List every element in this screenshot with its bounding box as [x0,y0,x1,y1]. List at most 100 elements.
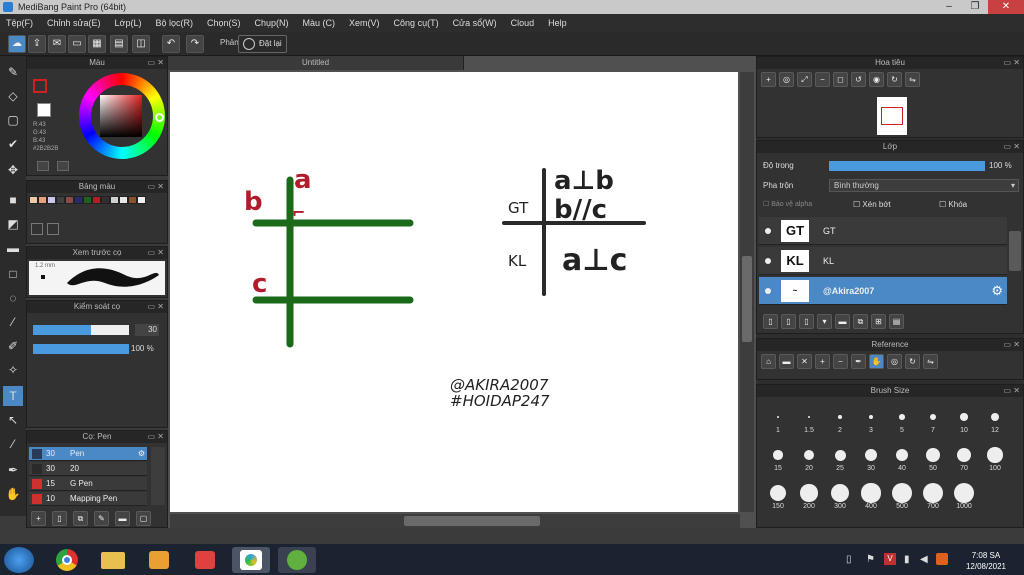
panel-close-icon[interactable]: ▭ ✕ [148,181,164,193]
select-rect-icon[interactable]: □ [3,264,23,284]
pen-row[interactable]: 10 Mapping Pen [29,492,147,506]
palette-swatch[interactable] [101,196,110,204]
ref-close-icon[interactable]: ✕ [797,354,812,369]
canvas-horizontal-scrollbar[interactable] [170,514,740,528]
palette-delete-icon[interactable] [47,223,59,235]
undo-icon[interactable]: ↶ [162,35,180,53]
brush-size-cell[interactable]: 100 [980,441,1010,472]
eyedropper-tool-icon[interactable]: ⁄ [3,434,23,454]
saturation-square[interactable] [100,95,142,137]
dropper-tool-icon[interactable]: ✒ [3,460,23,480]
color-option2-icon[interactable] [57,161,69,171]
eye-icon[interactable] [765,258,771,264]
flip-icon[interactable]: ⇋ [905,72,920,87]
brush-size-cell[interactable]: 150 [763,479,793,510]
ref-zoom-in-icon[interactable]: + [815,354,830,369]
panel-close-icon[interactable]: ▭ ✕ [148,247,164,259]
brush-size-cell[interactable]: 1 [763,403,793,434]
foreground-swatch[interactable] [33,79,47,93]
brush-size-cell[interactable]: 70 [949,441,979,472]
tray-network-icon[interactable]: ▮ [904,554,910,565]
palette-add-icon[interactable] [31,223,43,235]
ref-flip-icon[interactable]: ⇋ [923,354,938,369]
lock-checkbox[interactable]: ☐ Khóa [939,200,967,209]
zoom-fit-icon[interactable]: ◎ [779,72,794,87]
system-clock[interactable]: 7:08 SA 12/08/2021 [966,550,1006,572]
new-color-layer-icon[interactable]: ▯ [781,314,796,329]
menu-tools[interactable]: Công cụ(T) [394,18,439,28]
chrome-icon[interactable] [48,547,86,573]
palette-swatch[interactable] [47,196,56,204]
palette-swatch[interactable] [128,196,137,204]
menu-edit[interactable]: Chỉnh sửa(E) [47,18,101,28]
zoom-out-icon[interactable]: − [815,72,830,87]
rect-fill-icon[interactable]: ■ [3,190,23,210]
canvas-paper[interactable]: a b c ⌐ GT KL a⊥b b//c a⊥c @AKIRA2007 #H… [170,72,738,512]
bucket-tool-icon[interactable]: ◩ [3,214,23,234]
brush-size-cell[interactable]: 2 [825,403,855,434]
color-option-icon[interactable] [37,161,49,171]
operation-tool-icon[interactable]: ↖ [3,410,23,430]
panel-close-icon[interactable]: ▭ ✕ [1004,339,1020,351]
menu-view[interactable]: Xem(V) [349,18,380,28]
brush-size-cell[interactable]: 400 [856,479,886,510]
rotate-right-icon[interactable]: ↻ [887,72,902,87]
ref-rotate-icon[interactable]: ↻ [905,354,920,369]
pen-folder-icon[interactable]: ▬ [115,511,130,526]
layer-folder-icon[interactable]: ▬ [835,314,850,329]
brush-size-cell[interactable]: 50 [918,441,948,472]
panel-close-icon[interactable]: ▭ ✕ [148,431,164,443]
layer-row[interactable]: ~ @Akira2007 ⚙ [759,277,1007,305]
menu-window[interactable]: Cửa sổ(W) [453,18,497,28]
document-tab[interactable]: Untitled [168,56,464,70]
layer-row[interactable]: GT GT [759,217,1007,245]
brush-size-cell[interactable]: 12 [980,403,1010,434]
redo-icon[interactable]: ↷ [186,35,204,53]
brush-size-cell[interactable]: 200 [794,479,824,510]
layer-row[interactable]: KL KL [759,247,1007,275]
close-icon[interactable]: ✕ [988,0,1024,14]
menu-color[interactable]: Màu (C) [303,18,336,28]
menu-select[interactable]: Chọn(S) [207,18,241,28]
ref-home-icon[interactable]: ⌂ [761,354,776,369]
blend-mode-select[interactable]: Bình thường ▾ [829,179,1019,192]
ref-dropper-icon[interactable]: ✒ [851,354,866,369]
new-layer-icon[interactable]: ▯ [763,314,778,329]
palette-swatch[interactable] [110,196,119,204]
text-tool-icon[interactable]: T [3,386,23,406]
palette-swatch[interactable] [38,196,47,204]
panel-close-icon[interactable]: ▭ ✕ [148,301,164,313]
rotate-reset-icon[interactable]: ◉ [869,72,884,87]
lasso-tool-icon[interactable]: ◌ [3,288,23,308]
tray-volume-icon[interactable]: ◀ [920,554,928,565]
dotted-select-icon[interactable]: ▢ [3,110,23,130]
palette-swatch[interactable] [74,196,83,204]
brush-size-cell[interactable]: 1.5 [794,403,824,434]
rotate-left-icon[interactable]: ↺ [851,72,866,87]
page-icon[interactable]: ▭ [68,35,86,53]
zoom-in-icon[interactable]: + [761,72,776,87]
cloud-icon[interactable]: ☁ [8,35,26,53]
chat-icon[interactable]: ✉ [48,35,66,53]
menu-filter[interactable]: Bộ lọc(R) [155,18,193,28]
canvas-vertical-scrollbar[interactable] [740,72,754,512]
select-pen-icon[interactable]: ✐ [3,336,23,356]
media-player-icon[interactable] [140,547,178,573]
brush-size-value[interactable]: 30 [135,324,159,336]
brush-size-cell[interactable]: 15 [763,441,793,472]
paint-tool-taskbar-icon[interactable] [278,547,316,573]
add-layer-menu-icon[interactable]: ▾ [817,314,832,329]
merge-layer-icon[interactable]: ⊞ [871,314,886,329]
hue-marker[interactable] [155,113,164,122]
ref-hand-icon[interactable]: ✋ [869,354,884,369]
palette-swatch[interactable] [92,196,101,204]
palette-swatch[interactable] [56,196,65,204]
panel-icon[interactable]: ▤ [110,35,128,53]
color-wheel[interactable] [79,73,165,159]
palette-swatch[interactable] [137,196,146,204]
vertical-scroll-thumb[interactable] [742,256,752,342]
protect-alpha-checkbox[interactable]: ☐ Bảo vệ alpha [763,200,812,208]
pen-new-icon[interactable]: ▯ [52,511,67,526]
gear-icon[interactable]: ⚙ [991,283,1003,299]
brush-size-cell[interactable]: 700 [918,479,948,510]
